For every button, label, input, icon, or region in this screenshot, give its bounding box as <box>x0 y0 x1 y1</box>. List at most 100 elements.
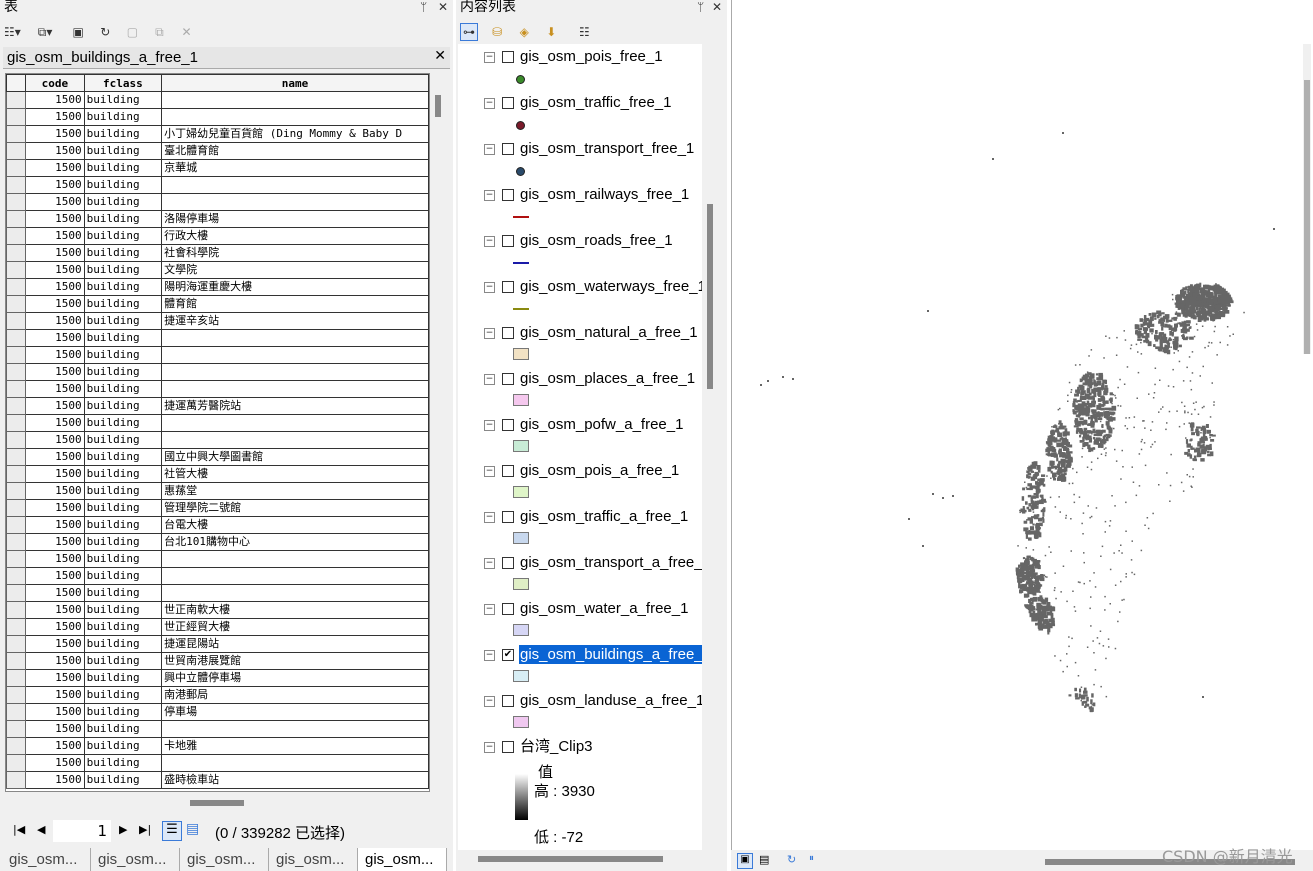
switch-selection-icon[interactable]: ↻ <box>97 24 113 40</box>
collapse-icon[interactable]: − <box>484 466 495 477</box>
cell-name[interactable]: 社管大樓 <box>161 465 429 483</box>
select-by-attributes-icon[interactable]: ▣ <box>70 24 86 40</box>
collapse-icon[interactable]: − <box>484 98 495 109</box>
clear-selection-icon[interactable]: ▢ <box>124 24 140 40</box>
cell-fclass[interactable]: building <box>84 363 163 381</box>
scroll-thumb[interactable] <box>190 800 244 806</box>
cell-code[interactable]: 1500 <box>25 363 85 381</box>
cell-code[interactable]: 1500 <box>25 278 85 296</box>
cell-fclass[interactable]: building <box>84 533 163 551</box>
layer-name[interactable]: gis_osm_transport_a_free_1 <box>519 553 702 572</box>
cell-name[interactable] <box>161 176 429 194</box>
toc-layer[interactable]: − gis_osm_railways_free_1 <box>458 182 702 228</box>
table-tab[interactable]: gis_osm... <box>180 848 269 871</box>
row-selector[interactable] <box>6 125 27 143</box>
toc-layer[interactable]: − gis_osm_transport_free_1 <box>458 136 702 182</box>
list-by-drawing-order-icon[interactable]: ⊶ <box>460 22 478 41</box>
layer-name[interactable]: gis_osm_places_a_free_1 <box>519 369 696 388</box>
collapse-icon[interactable]: − <box>484 282 495 293</box>
row-selector[interactable] <box>6 244 27 262</box>
cell-code[interactable]: 1500 <box>25 448 85 466</box>
table-row[interactable]: 1500 building <box>6 91 429 109</box>
toc-layer[interactable]: − gis_osm_pois_free_1 <box>458 44 702 90</box>
table-row[interactable]: 1500 building 卡地雅 <box>6 737 429 755</box>
cell-name[interactable]: 行政大樓 <box>161 227 429 245</box>
row-selector[interactable] <box>6 499 27 517</box>
table-tab[interactable]: gis_osm... <box>2 848 91 871</box>
cell-code[interactable]: 1500 <box>25 346 85 364</box>
table-row[interactable]: 1500 building <box>6 346 429 364</box>
cell-code[interactable]: 1500 <box>25 108 85 126</box>
cell-name[interactable] <box>161 193 429 211</box>
table-row[interactable]: 1500 building 社會科學院 <box>6 244 429 262</box>
table-row[interactable]: 1500 building 京華城 <box>6 159 429 177</box>
show-selected-records-icon[interactable]: ▤ <box>186 821 199 837</box>
raster-layer[interactable]: − 台湾_Clip3 值 高 : 3930 低 : -72 <box>458 734 702 850</box>
previous-record-icon[interactable]: ◀ <box>37 823 45 836</box>
layer-visibility-checkbox[interactable] <box>502 557 514 569</box>
cell-fclass[interactable]: building <box>84 261 163 279</box>
cell-fclass[interactable]: building <box>84 754 163 772</box>
cell-fclass[interactable]: building <box>84 176 163 194</box>
cell-name[interactable] <box>161 584 429 602</box>
row-selector[interactable] <box>6 533 27 551</box>
table-row[interactable]: 1500 building 盛時檢車站 <box>6 771 429 789</box>
table-row[interactable]: 1500 building <box>6 414 429 432</box>
cell-code[interactable]: 1500 <box>25 312 85 330</box>
cell-fclass[interactable]: building <box>84 448 163 466</box>
toc-layer[interactable]: − gis_osm_places_a_free_1 <box>458 366 702 412</box>
cell-fclass[interactable]: building <box>84 159 163 177</box>
row-selector[interactable] <box>6 295 27 313</box>
cell-fclass[interactable]: building <box>84 91 163 109</box>
table-row[interactable]: 1500 building 社管大樓 <box>6 465 429 483</box>
map-view[interactable] <box>731 0 1313 850</box>
layer-visibility-checkbox[interactable] <box>502 373 514 385</box>
column-header-code[interactable]: code <box>25 74 85 92</box>
layer-visibility-checkbox[interactable] <box>502 603 514 615</box>
cell-fclass[interactable]: building <box>84 499 163 517</box>
table-row[interactable]: 1500 building <box>6 720 429 738</box>
layer-name[interactable]: gis_osm_buildings_a_free_1 <box>519 645 702 664</box>
layer-visibility-checkbox[interactable] <box>502 281 514 293</box>
layer-name[interactable]: gis_osm_pois_free_1 <box>519 47 664 66</box>
table-row[interactable]: 1500 building 洛陽停車場 <box>6 210 429 228</box>
toc-layer[interactable]: − gis_osm_natural_a_free_1 <box>458 320 702 366</box>
cell-name[interactable]: 惠蓀堂 <box>161 482 429 500</box>
row-selector[interactable] <box>6 91 27 109</box>
table-row[interactable]: 1500 building 世正經貿大樓 <box>6 618 429 636</box>
cell-name[interactable] <box>161 346 429 364</box>
cell-fclass[interactable]: building <box>84 516 163 534</box>
cell-code[interactable]: 1500 <box>25 176 85 194</box>
table-row[interactable]: 1500 building <box>6 431 429 449</box>
layer-visibility-checkbox[interactable] <box>502 741 514 753</box>
table-row[interactable]: 1500 building <box>6 363 429 381</box>
related-tables-icon[interactable]: ⧉▾ <box>37 24 53 40</box>
table-row[interactable]: 1500 building <box>6 550 429 568</box>
cell-fclass[interactable]: building <box>84 312 163 330</box>
toc-layer[interactable]: − gis_osm_pois_a_free_1 <box>458 458 702 504</box>
cell-code[interactable]: 1500 <box>25 295 85 313</box>
cell-fclass[interactable]: building <box>84 601 163 619</box>
cell-code[interactable]: 1500 <box>25 754 85 772</box>
layer-visibility-checkbox[interactable] <box>502 51 514 63</box>
cell-name[interactable] <box>161 754 429 772</box>
cell-fclass[interactable]: building <box>84 635 163 653</box>
cell-fclass[interactable]: building <box>84 210 163 228</box>
cell-fclass[interactable]: building <box>84 125 163 143</box>
row-selector[interactable] <box>6 227 27 245</box>
table-row[interactable]: 1500 building <box>6 754 429 772</box>
cell-code[interactable]: 1500 <box>25 635 85 653</box>
collapse-icon[interactable]: − <box>484 512 495 523</box>
layer-name[interactable]: 台湾_Clip3 <box>519 737 594 756</box>
layer-name[interactable]: gis_osm_water_a_free_1 <box>519 599 689 618</box>
layer-visibility-checkbox[interactable] <box>502 695 514 707</box>
cell-code[interactable]: 1500 <box>25 737 85 755</box>
cell-code[interactable]: 1500 <box>25 159 85 177</box>
row-selector[interactable] <box>6 703 27 721</box>
list-by-selection-icon[interactable]: ⬇ <box>543 24 559 40</box>
table-row[interactable]: 1500 building 興中立體停車場 <box>6 669 429 687</box>
collapse-icon[interactable]: − <box>484 650 495 661</box>
cell-name[interactable]: 臺北體育館 <box>161 142 429 160</box>
cell-code[interactable]: 1500 <box>25 550 85 568</box>
cell-code[interactable]: 1500 <box>25 227 85 245</box>
